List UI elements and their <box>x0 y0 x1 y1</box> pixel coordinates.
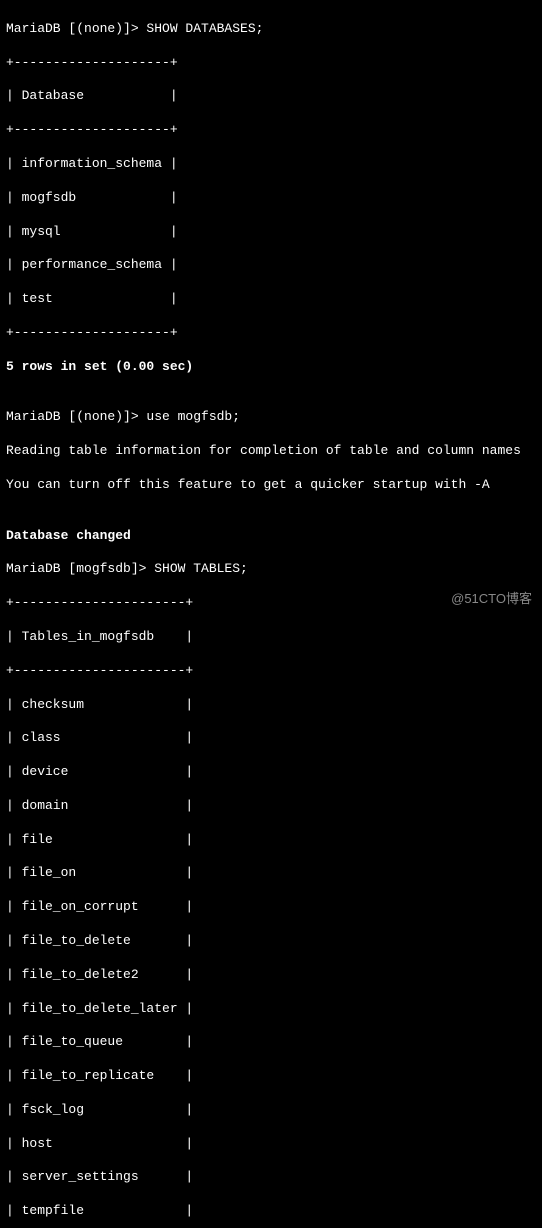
db-table-row: | mysql | <box>6 224 536 241</box>
watermark: @51CTO博客 <box>451 591 532 608</box>
tables-table-row: | checksum | <box>6 697 536 714</box>
db-table-header: | Database | <box>6 88 536 105</box>
tables-table-row: | host | <box>6 1136 536 1153</box>
prompt-show-databases: MariaDB [(none)]> SHOW DATABASES; <box>6 21 536 38</box>
prompt-show-tables: MariaDB [mogfsdb]> SHOW TABLES; <box>6 561 536 578</box>
result-rows-1: 5 rows in set (0.00 sec) <box>6 359 536 376</box>
db-table-border-bottom: +--------------------+ <box>6 325 536 342</box>
tables-table-row: | device | <box>6 764 536 781</box>
db-table-row: | test | <box>6 291 536 308</box>
tables-table-row: | server_settings | <box>6 1169 536 1186</box>
db-table-row: | performance_schema | <box>6 257 536 274</box>
db-table-border-mid: +--------------------+ <box>6 122 536 139</box>
db-table-row: | mogfsdb | <box>6 190 536 207</box>
tables-table-row: | file_to_delete2 | <box>6 967 536 984</box>
tables-table-row: | file_to_queue | <box>6 1034 536 1051</box>
prompt-use-db: MariaDB [(none)]> use mogfsdb; <box>6 409 536 426</box>
tables-table-row: | file | <box>6 832 536 849</box>
info-turn-off: You can turn off this feature to get a q… <box>6 477 536 494</box>
tables-table-border-mid: +----------------------+ <box>6 663 536 680</box>
database-changed: Database changed <box>6 528 536 545</box>
tables-table-row: | file_on_corrupt | <box>6 899 536 916</box>
tables-table-header: | Tables_in_mogfsdb | <box>6 629 536 646</box>
tables-table-row: | fsck_log | <box>6 1102 536 1119</box>
db-table-border-top: +--------------------+ <box>6 55 536 72</box>
terminal-output: MariaDB [(none)]> SHOW DATABASES; +-----… <box>6 4 536 1228</box>
tables-table-row: | class | <box>6 730 536 747</box>
tables-table-row: | file_to_delete | <box>6 933 536 950</box>
tables-table-row: | file_to_replicate | <box>6 1068 536 1085</box>
info-reading-tables: Reading table information for completion… <box>6 443 536 460</box>
db-table-row: | information_schema | <box>6 156 536 173</box>
tables-table-row: | file_on | <box>6 865 536 882</box>
tables-table-row: | domain | <box>6 798 536 815</box>
tables-table-row: | file_to_delete_later | <box>6 1001 536 1018</box>
tables-table-row: | tempfile | <box>6 1203 536 1220</box>
